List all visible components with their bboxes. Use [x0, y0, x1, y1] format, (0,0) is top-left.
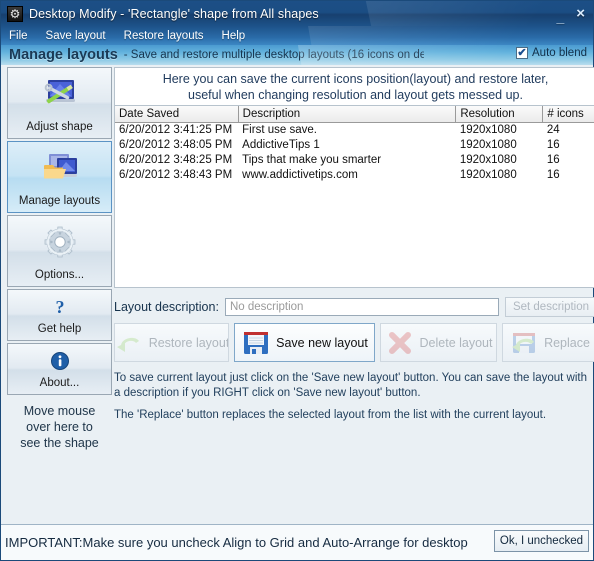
column-header-resolution[interactable]: Resolution: [455, 106, 544, 123]
cell-description: First use save.: [242, 123, 317, 136]
floppy-disk-icon: [241, 328, 271, 358]
page-banner: Manage layouts - Save and restore multip…: [1, 45, 593, 65]
set-description-button[interactable]: Set description: [505, 297, 594, 317]
menu-item-restore-layouts[interactable]: Restore layouts: [124, 30, 204, 42]
table-row[interactable]: 6/20/2012 3:48:25 PM Tips that make you …: [115, 152, 594, 167]
help-line-1: To save current layout just click on the…: [114, 372, 587, 384]
help-text: To save current layout just click on the…: [114, 371, 594, 423]
cell-description: Tips that make you smarter: [242, 153, 382, 166]
help-line-2: a description if you RIGHT click on 'Sav…: [114, 387, 421, 399]
replace-button[interactable]: Replace: [502, 323, 594, 362]
layouts-table-container[interactable]: Date Saved Description Resolution # icon…: [114, 105, 594, 288]
cell-icon-count: 16: [546, 153, 560, 166]
column-header-icon-count[interactable]: # icons: [542, 106, 594, 123]
minimize-button[interactable]: _: [556, 10, 564, 24]
action-buttons: Restore layout Save new layout Delete la…: [114, 323, 594, 362]
layout-description-label: Layout description:: [114, 300, 219, 314]
menu-item-help[interactable]: Help: [222, 30, 246, 42]
sidebar-item-manage-layouts[interactable]: Manage layouts: [7, 141, 112, 213]
cell-date-saved: 6/20/2012 3:48:05 PM: [119, 138, 233, 151]
replace-label: Replace: [544, 335, 590, 350]
layouts-table: Date Saved Description Resolution # icon…: [115, 106, 594, 182]
restore-layout-button[interactable]: Restore layout: [114, 323, 229, 362]
save-new-layout-button[interactable]: Save new layout: [234, 323, 375, 362]
manage-layouts-icon: [8, 142, 111, 195]
delete-layout-label: Delete layout: [419, 335, 493, 350]
cell-date-saved: 6/20/2012 3:41:25 PM: [119, 123, 233, 136]
auto-blend-label: Auto blend: [532, 47, 587, 59]
table-header: Date Saved Description Resolution # icon…: [115, 106, 594, 123]
main-panel: Here you can save the current icons posi…: [114, 65, 594, 524]
sidebar-item-label: Options...: [34, 269, 85, 281]
status-message: IMPORTANT:Make sure you uncheck Align to…: [5, 535, 468, 550]
sidebar-item-label: About...: [39, 377, 80, 389]
table-row[interactable]: 6/20/2012 3:41:25 PM First use save. 192…: [115, 122, 594, 137]
hint-line-2: over here to: [26, 420, 93, 434]
cell-resolution: 1920x1080: [459, 153, 517, 166]
question-mark-icon: ?: [8, 290, 111, 323]
cell-date-saved: 6/20/2012 3:48:25 PM: [119, 153, 233, 166]
info-icon: [8, 344, 111, 377]
sidebar-item-label: Get help: [37, 323, 82, 335]
delete-layout-button[interactable]: Delete layout: [380, 323, 497, 362]
save-new-layout-label: Save new layout: [276, 335, 368, 350]
window-controls: _ ×: [556, 6, 593, 24]
hint-line-1: Move mouse: [23, 404, 96, 418]
gear-icon: [8, 216, 111, 269]
table-header-row: Date Saved Description Resolution # icon…: [115, 106, 594, 123]
sidebar-item-label: Adjust shape: [26, 121, 93, 133]
sidebar-item-label: Manage layouts: [18, 195, 101, 207]
auto-blend-checkbox[interactable]: ✔ Auto blend: [516, 47, 587, 59]
restore-layout-label: Restore layout: [148, 335, 229, 350]
page-subtitle: - Save and restore multiple desktop layo…: [123, 49, 424, 61]
table-row[interactable]: 6/20/2012 3:48:43 PM www.addictivetips.c…: [115, 167, 594, 182]
status-bar: IMPORTANT:Make sure you uncheck Align to…: [1, 524, 593, 560]
menu-item-file[interactable]: File: [9, 30, 28, 42]
title-bar: ⚙ Desktop Modify - 'Rectangle' shape fro…: [1, 1, 593, 26]
adjust-shape-icon: [8, 68, 111, 121]
sidebar-item-get-help[interactable]: ? Get help: [7, 289, 112, 341]
undo-arrow-icon: [115, 328, 144, 358]
shape-preview-hint: Move mouse over here to see the shape: [7, 403, 112, 451]
cell-icon-count: 24: [546, 123, 560, 136]
gear-icon: ⚙: [7, 5, 23, 22]
checkbox-check-icon[interactable]: ✔: [516, 47, 528, 59]
cell-resolution: 1920x1080: [459, 168, 517, 181]
page-title: Manage layouts: [9, 47, 118, 63]
cell-resolution: 1920x1080: [459, 138, 517, 151]
table-body: 6/20/2012 3:41:25 PM First use save. 192…: [115, 122, 594, 182]
hint-line-3: see the shape: [20, 436, 99, 450]
intro-line-2: useful when changing resolution and layo…: [188, 88, 523, 102]
layout-description-row: Layout description: Set description: [114, 297, 594, 317]
application-window: ⚙ Desktop Modify - 'Rectangle' shape fro…: [0, 0, 594, 561]
help-line-3: The 'Replace' button replaces the select…: [114, 409, 547, 421]
sidebar: Adjust shape Manage layouts Options... ?…: [1, 65, 114, 524]
layout-description-input[interactable]: [224, 298, 499, 316]
column-header-description[interactable]: Description: [238, 106, 457, 123]
menu-bar: File Save layout Restore layouts Help: [1, 26, 593, 45]
replace-arrow-icon: [509, 328, 539, 358]
table-row[interactable]: 6/20/2012 3:48:05 PM AddictiveTips 1 192…: [115, 137, 594, 152]
content-area: Adjust shape Manage layouts Options... ?…: [1, 65, 594, 524]
cell-icon-count: 16: [546, 138, 560, 151]
cell-date-saved: 6/20/2012 3:48:43 PM: [119, 168, 233, 181]
column-header-date-saved[interactable]: Date Saved: [115, 106, 239, 123]
ok-i-unchecked-button[interactable]: Ok, I unchecked: [493, 530, 589, 552]
sidebar-item-about[interactable]: About...: [7, 343, 112, 395]
sidebar-item-options[interactable]: Options...: [7, 215, 112, 287]
cell-description: www.addictivetips.com: [242, 168, 358, 181]
close-button[interactable]: ×: [576, 6, 585, 21]
intro-text: Here you can save the current icons posi…: [114, 67, 594, 105]
sidebar-item-adjust-shape[interactable]: Adjust shape: [7, 67, 112, 139]
cell-icon-count: 16: [546, 168, 560, 181]
cell-description: AddictiveTips 1: [242, 138, 320, 151]
cell-resolution: 1920x1080: [459, 123, 517, 136]
window-title: Desktop Modify - 'Rectangle' shape from …: [29, 6, 319, 21]
menu-item-save-layout[interactable]: Save layout: [46, 30, 106, 42]
svg-text:?: ?: [55, 297, 64, 317]
red-x-icon: [385, 328, 415, 358]
intro-line-1: Here you can save the current icons posi…: [162, 72, 549, 86]
